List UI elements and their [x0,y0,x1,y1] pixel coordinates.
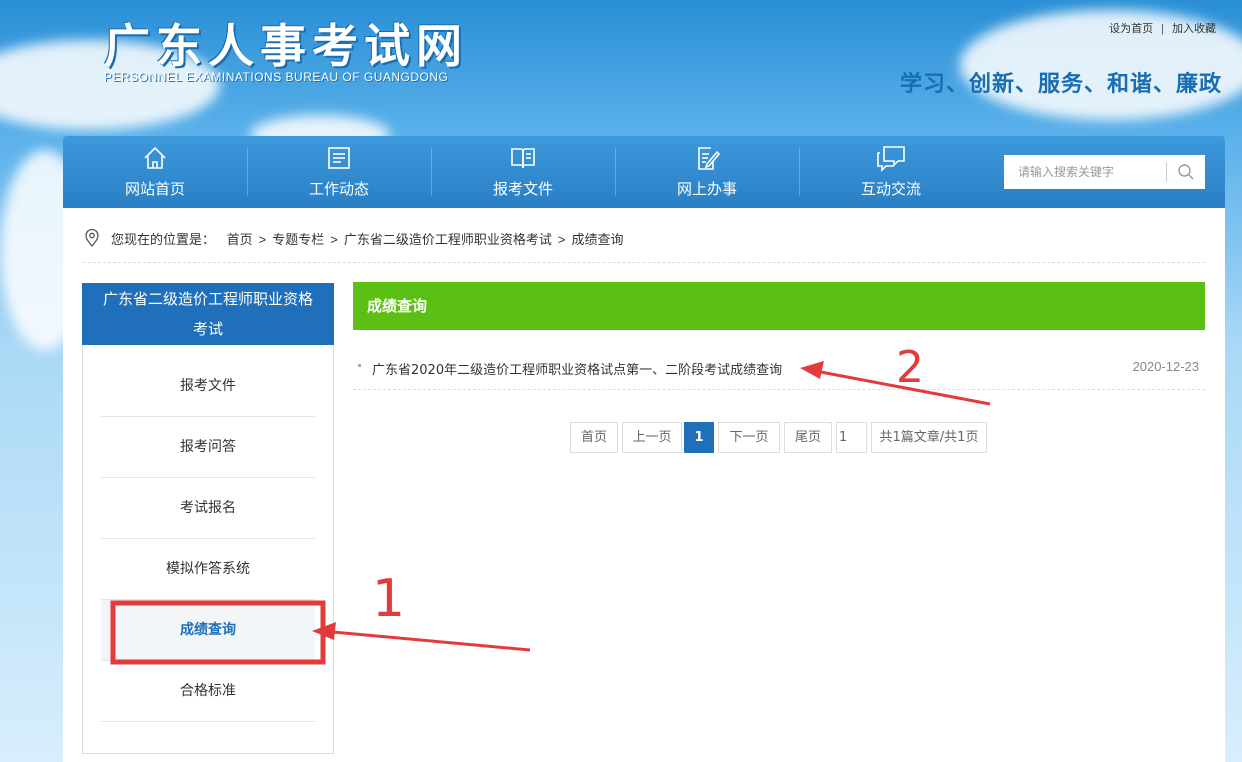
nav-item-home[interactable]: 网站首页 [63,136,247,208]
nav-item-label: 网上办事 [676,180,737,198]
page-next-button[interactable]: 下一页 [718,422,780,453]
search-box [1004,155,1205,189]
breadcrumb-separator: > [330,232,338,247]
site-logo[interactable]: 广东人事考试网 [104,10,468,76]
add-favorite-link[interactable]: 加入收藏 [1172,23,1216,35]
news-icon [325,144,353,176]
search-input[interactable] [1004,155,1164,189]
search-divider [1166,162,1167,182]
main-nav: 网站首页 工作动态 报考文件 网上办事 互动交流 [63,136,1225,208]
sidebar-item-pass-standard[interactable]: 合格标准 [101,661,315,722]
sidebar-item-exam-qa[interactable]: 报考问答 [101,417,315,478]
nav-item-exam-files[interactable]: 报考文件 [431,136,615,208]
location-pin-icon [83,228,101,251]
search-icon[interactable] [1177,163,1195,185]
nav-item-label: 报考文件 [492,180,553,198]
breadcrumb-special-topics[interactable]: 专题专栏 [272,232,324,247]
sidebar-item-registration[interactable]: 考试报名 [101,478,315,539]
book-icon [509,144,537,176]
set-homepage-link[interactable]: 设为首页 [1109,23,1153,35]
sidebar-item-exam-files[interactable]: 报考文件 [101,356,315,417]
nav-item-online-service[interactable]: 网上办事 [615,136,799,208]
sidebar: 广东省二级造价工程师职业资格考试 报考文件 报考问答 考试报名 模拟作答系统 成… [82,283,334,754]
list-item: 广东省2020年二级造价工程师职业资格试点第一、二阶段考试成绩查询 2020-1… [353,348,1205,390]
section-heading: 成绩查询 [353,282,1205,330]
home-icon [141,144,169,176]
nav-item-label: 网站首页 [124,180,185,198]
page-last-button[interactable]: 尾页 [784,422,832,453]
bullet [358,364,361,367]
content-panel: 您现在的位置是： 首页 > 专题专栏 > 广东省二级造价工程师职业资格考试 > 成绩查询 广… [63,208,1225,762]
edit-doc-icon [693,144,721,176]
article-link[interactable]: 广东省2020年二级造价工程师职业资格试点第一、二阶段考试成绩查询 [372,359,782,378]
site-logo-subtitle: PERSONNEL EXAMINATIONS BUREAU OF GUANGDO… [104,70,449,84]
site-slogan: 学习、创新、服务、和谐、廉政 [899,71,1222,97]
chat-icon [874,144,908,176]
breadcrumb-separator: > [557,232,566,247]
nav-item-label: 互动交流 [860,180,921,198]
top-link-separator: | [1161,23,1164,35]
nav-item-work-news[interactable]: 工作动态 [247,136,431,208]
top-links: 设为首页 | 加入收藏 [1109,20,1216,36]
page-first-button[interactable]: 首页 [570,422,618,453]
breadcrumb-prefix: 您现在的位置是： [111,232,216,247]
breadcrumb-separator: > [258,232,267,247]
nav-item-label: 工作动态 [308,180,369,198]
breadcrumb-home[interactable]: 首页 [227,232,253,247]
breadcrumb-exam-topic[interactable]: 广东省二级造价工程师职业资格考试 [344,232,552,247]
page-current[interactable]: 1 [684,422,714,453]
nav-item-interaction[interactable]: 互动交流 [799,136,983,208]
sidebar-title: 广东省二级造价工程师职业资格考试 [82,283,334,345]
breadcrumb-current[interactable]: 成绩查询 [571,232,623,247]
page-prev-button[interactable]: 上一页 [622,422,682,453]
breadcrumb-trail: 您现在的位置是： 首页 > 专题专栏 > 广东省二级造价工程师职业资格考试 > 成绩查询 [111,229,623,248]
page-jump-input[interactable]: 1 [836,422,867,453]
page-summary: 共1篇文章/共1页 [871,422,987,453]
article-date: 2020-12-23 [1132,359,1200,374]
breadcrumb: 您现在的位置是： 首页 > 专题专栏 > 广东省二级造价工程师职业资格考试 > 成绩查询 [83,228,1205,263]
sidebar-item-mock-system[interactable]: 模拟作答系统 [101,539,315,600]
sidebar-item-score-query[interactable]: 成绩查询 [101,600,315,661]
